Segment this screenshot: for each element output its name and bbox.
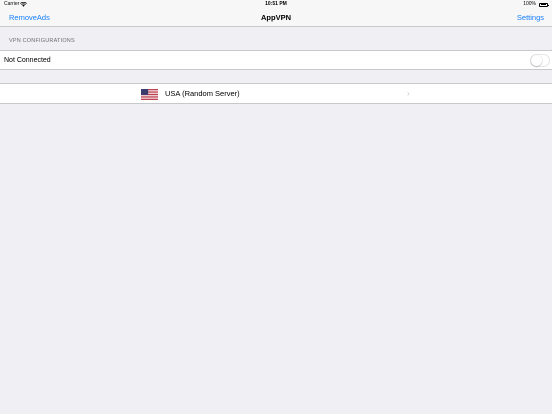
usa-flag-icon [141, 89, 158, 100]
chevron-right-icon: › [407, 89, 410, 98]
battery-percent: 100% [523, 1, 536, 7]
clock-label: 10:51 PM [265, 1, 287, 7]
connection-status-label: Not Connected [4, 57, 51, 64]
server-label: USA (Random Server) [165, 89, 240, 98]
toggle-knob [531, 55, 542, 66]
vpn-status-cell: Not Connected [0, 50, 552, 70]
section-header: VPN CONFIGURATIONS [9, 38, 75, 44]
battery-icon [539, 2, 549, 7]
navigation-bar: RemoveAds AppVPN Settings [0, 9, 552, 27]
status-bar: Carrier 10:51 PM 100% [0, 0, 552, 9]
remove-ads-button[interactable]: RemoveAds [9, 9, 50, 27]
app-screen: Carrier 10:51 PM 100% RemoveAds AppVPN S… [0, 0, 552, 414]
settings-button[interactable]: Settings [517, 9, 544, 27]
server-select-cell[interactable]: USA (Random Server) › [0, 83, 552, 104]
vpn-toggle[interactable] [530, 54, 550, 67]
page-title: AppVPN [261, 13, 291, 22]
